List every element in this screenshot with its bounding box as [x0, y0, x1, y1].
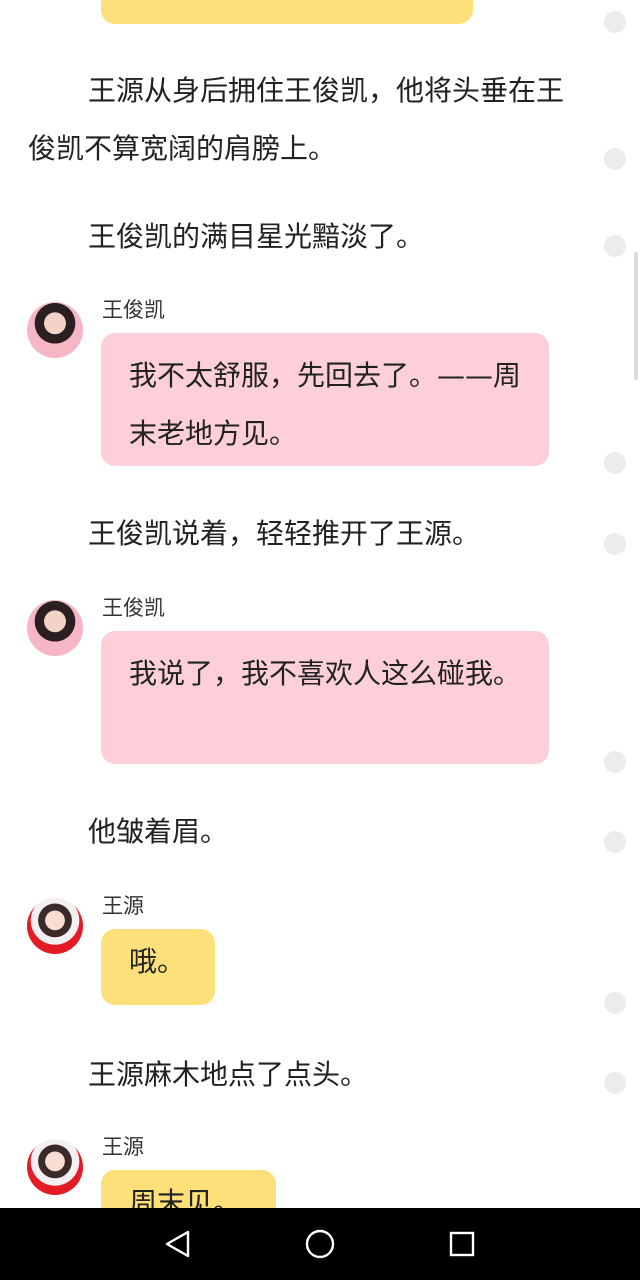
back-triangle-icon	[165, 1230, 190, 1258]
comment-dot[interactable]	[604, 992, 626, 1014]
comment-dot[interactable]	[604, 751, 626, 773]
recent-square-icon	[449, 1231, 475, 1257]
recent-apps-button[interactable]	[444, 1226, 480, 1262]
comment-dot[interactable]	[604, 831, 626, 853]
avatar-wang-junkai[interactable]	[27, 600, 83, 656]
avatar-wang-junkai[interactable]	[27, 302, 83, 358]
avatar-wang-yuan[interactable]	[27, 898, 83, 954]
comment-dot[interactable]	[604, 1072, 626, 1094]
narration-paragraph: 王源从身后拥住王俊凯，他将头垂在王俊凯不算宽阔的肩膀上。	[28, 74, 565, 165]
home-circle-icon	[305, 1229, 335, 1259]
story-content[interactable]: 王源从身后拥住王俊凯，他将头垂在王俊凯不算宽阔的肩膀上。 王俊凯的满目星光黯淡了…	[0, 0, 640, 1208]
scrollbar[interactable]	[634, 252, 638, 380]
narration-paragraph: 王俊凯说着，轻轻推开了王源。	[88, 517, 481, 550]
chat-bubble: 周末见。	[101, 1170, 276, 1208]
home-button[interactable]	[302, 1226, 338, 1262]
speaker-name: 王俊凯	[102, 298, 165, 322]
narration-paragraph: 王源麻木地点了点头。	[88, 1058, 369, 1091]
comment-dot[interactable]	[604, 235, 626, 257]
system-navigation-bar	[0, 1208, 640, 1280]
chat-bubble: 哦。	[101, 929, 215, 1005]
comment-dot[interactable]	[604, 11, 626, 33]
speaker-name: 王俊凯	[102, 596, 165, 620]
speaker-name: 王源	[102, 894, 144, 918]
chat-bubble-cut-top	[101, 0, 473, 24]
avatar-wang-yuan[interactable]	[27, 1139, 83, 1195]
speaker-name: 王源	[102, 1135, 144, 1159]
comment-dot[interactable]	[604, 533, 626, 555]
narration-paragraph: 他皱着眉。	[88, 815, 229, 848]
chat-story-screen: 王源从身后拥住王俊凯，他将头垂在王俊凯不算宽阔的肩膀上。 王俊凯的满目星光黯淡了…	[0, 0, 640, 1280]
chat-bubble: 我说了，我不喜欢人这么碰我。	[101, 631, 549, 764]
comment-dot[interactable]	[604, 452, 626, 474]
chat-bubble: 我不太舒服，先回去了。——周末老地方见。	[101, 333, 549, 466]
comment-dot[interactable]	[604, 148, 626, 170]
narration-paragraph: 王俊凯的满目星光黯淡了。	[88, 220, 425, 253]
back-button[interactable]	[160, 1226, 196, 1262]
